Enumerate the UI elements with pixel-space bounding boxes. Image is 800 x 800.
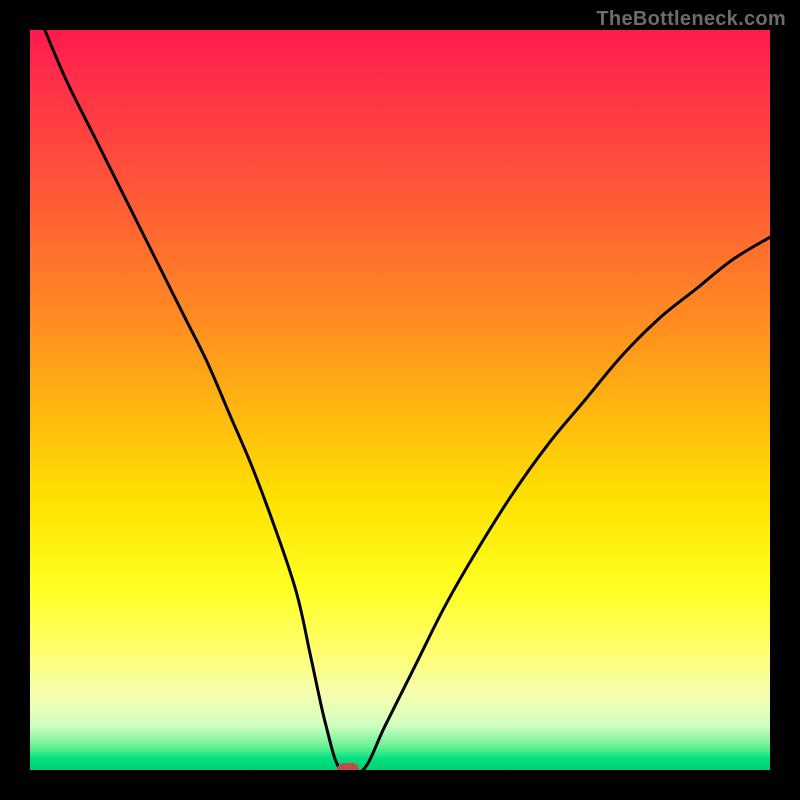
plot-area (30, 30, 770, 770)
optimum-marker (337, 763, 359, 770)
watermark-text: TheBottleneck.com (596, 8, 786, 31)
chart-frame: TheBottleneck.com (0, 0, 800, 800)
bottleneck-curve (30, 30, 770, 770)
